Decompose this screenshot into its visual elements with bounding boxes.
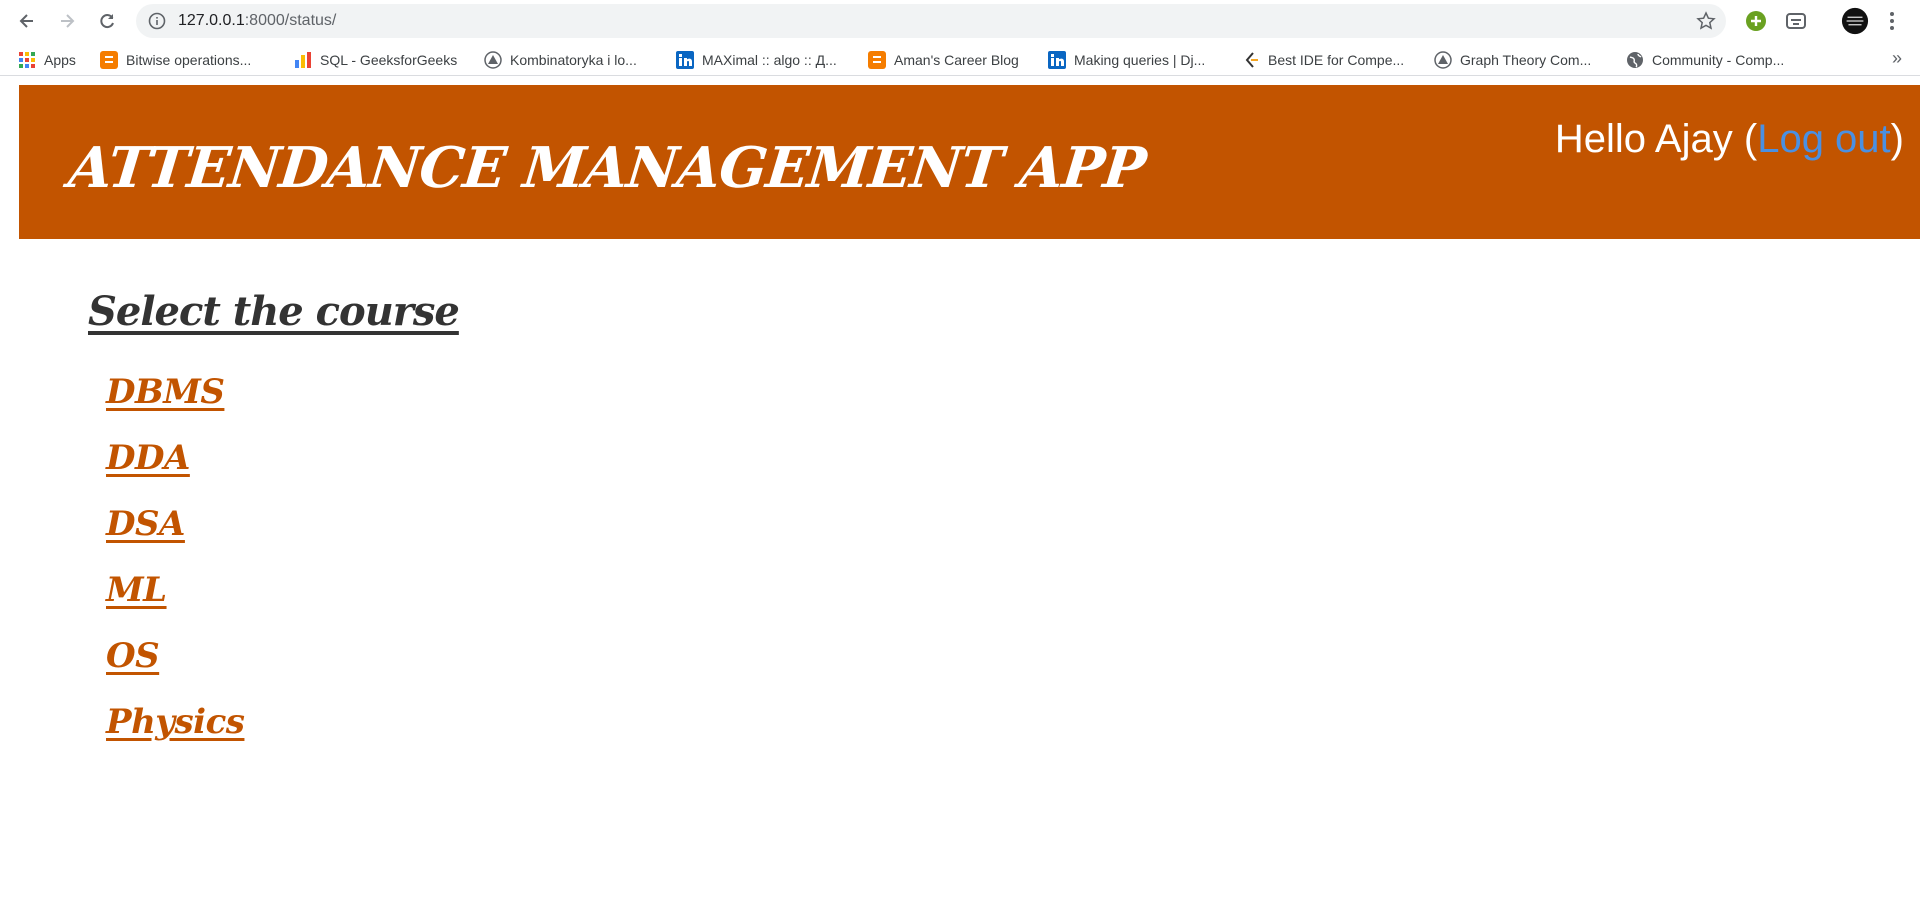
course-link-os[interactable]: OS xyxy=(106,636,160,676)
back-button[interactable] xyxy=(12,6,42,36)
arrow-left-icon xyxy=(19,14,33,28)
profile-avatar[interactable] xyxy=(1840,6,1870,36)
triangle-logo-icon xyxy=(484,51,502,69)
bookmark-graph-theory[interactable]: Graph Theory Com... xyxy=(1434,50,1591,70)
course-link-physics[interactable]: Physics xyxy=(106,702,245,742)
address-bar[interactable]: 127.0.0.1:8000/status/ xyxy=(136,4,1726,38)
bookmark-label: Bitwise operations... xyxy=(126,52,252,68)
bookmark-apps[interactable]: Apps xyxy=(18,50,76,70)
app-title: ATTENDANCE MANAGEMENT APP xyxy=(65,135,1149,201)
linkedin-icon xyxy=(1048,51,1066,69)
code-logo-icon xyxy=(1242,51,1260,69)
apps-grid-icon xyxy=(18,51,36,69)
app-header: ATTENDANCE MANAGEMENT APP Hello Ajay (Lo… xyxy=(19,85,1920,239)
triangle-logo-icon xyxy=(1434,51,1452,69)
forward-button[interactable] xyxy=(52,6,82,36)
list-item: ML xyxy=(106,570,244,636)
extension-translate-icon[interactable] xyxy=(1784,9,1808,33)
extension-add-icon[interactable] xyxy=(1744,9,1768,33)
open-paren: ( xyxy=(1743,117,1758,161)
course-link-dda[interactable]: DDA xyxy=(106,438,190,478)
bookmark-label: Kombinatoryka i lo... xyxy=(510,52,637,68)
bookmark-label: SQL - GeeksforGeeks xyxy=(320,52,458,68)
blogger-icon xyxy=(100,51,118,69)
close-paren: ) xyxy=(1890,117,1904,161)
bookmark-star-icon[interactable] xyxy=(1696,11,1716,31)
linkedin-icon xyxy=(676,51,694,69)
menu-kebab-icon[interactable] xyxy=(1880,9,1904,33)
list-item: Physics xyxy=(106,702,245,768)
bookmark-label: Apps xyxy=(44,52,76,68)
bookmark-label: Best IDE for Compe... xyxy=(1268,52,1405,68)
browser-toolbar: 127.0.0.1:8000/status/ xyxy=(0,0,1920,42)
list-item: OS xyxy=(106,636,244,702)
bookmark-making-queries[interactable]: Making queries | Dj... xyxy=(1048,50,1205,70)
arrow-right-icon xyxy=(61,14,75,28)
bookmark-bitwise[interactable]: Bitwise operations... xyxy=(100,50,251,70)
reload-button[interactable] xyxy=(92,6,122,36)
bookmark-community[interactable]: Community - Comp... xyxy=(1626,50,1784,70)
course-list: DBMS DDA DSA ML OS Physics xyxy=(106,372,245,768)
url-text[interactable]: 127.0.0.1:8000/status/ xyxy=(178,12,336,30)
list-item: DBMS xyxy=(106,372,244,438)
bookmarks-overflow-button[interactable]: » xyxy=(1892,48,1902,69)
greeting-text: Hello Ajay xyxy=(1554,117,1733,161)
user-greeting: Hello Ajay (Log out) xyxy=(1555,117,1904,162)
course-link-dsa[interactable]: DSA xyxy=(106,504,185,544)
list-item: DSA xyxy=(106,504,244,570)
url-host: 127.0.0.1 xyxy=(178,12,245,29)
blogger-icon xyxy=(868,51,886,69)
globe-icon xyxy=(1626,51,1644,69)
chart-icon xyxy=(294,51,312,69)
reload-icon xyxy=(100,14,114,29)
bookmark-label: Graph Theory Com... xyxy=(1460,52,1592,68)
bookmark-kombinatoryka[interactable]: Kombinatoryka i lo... xyxy=(484,50,637,70)
info-icon[interactable] xyxy=(148,12,166,30)
list-item: DDA xyxy=(106,438,244,504)
course-link-ml[interactable]: ML xyxy=(106,570,167,610)
bookmarks-bar: Apps Bitwise operations... SQL - Geeksfo… xyxy=(0,44,1920,76)
course-link-dbms[interactable]: DBMS xyxy=(106,372,225,412)
bookmark-maximal[interactable]: MAXimal :: algo :: Д... xyxy=(676,50,837,70)
bookmark-label: Making queries | Dj... xyxy=(1074,52,1206,68)
bookmark-label: MAXimal :: algo :: Д... xyxy=(702,52,837,68)
bookmark-label: Aman's Career Blog xyxy=(894,52,1019,68)
bookmark-aman-blog[interactable]: Aman's Career Blog xyxy=(868,50,1019,70)
bookmark-label: Community - Comp... xyxy=(1652,52,1785,68)
bookmark-sql[interactable]: SQL - GeeksforGeeks xyxy=(294,50,457,70)
bookmark-best-ide[interactable]: Best IDE for Compe... xyxy=(1242,50,1404,70)
logout-link[interactable]: Log out xyxy=(1757,117,1890,161)
page-title: Select the course xyxy=(88,288,460,335)
url-path: :8000/status/ xyxy=(244,12,337,29)
